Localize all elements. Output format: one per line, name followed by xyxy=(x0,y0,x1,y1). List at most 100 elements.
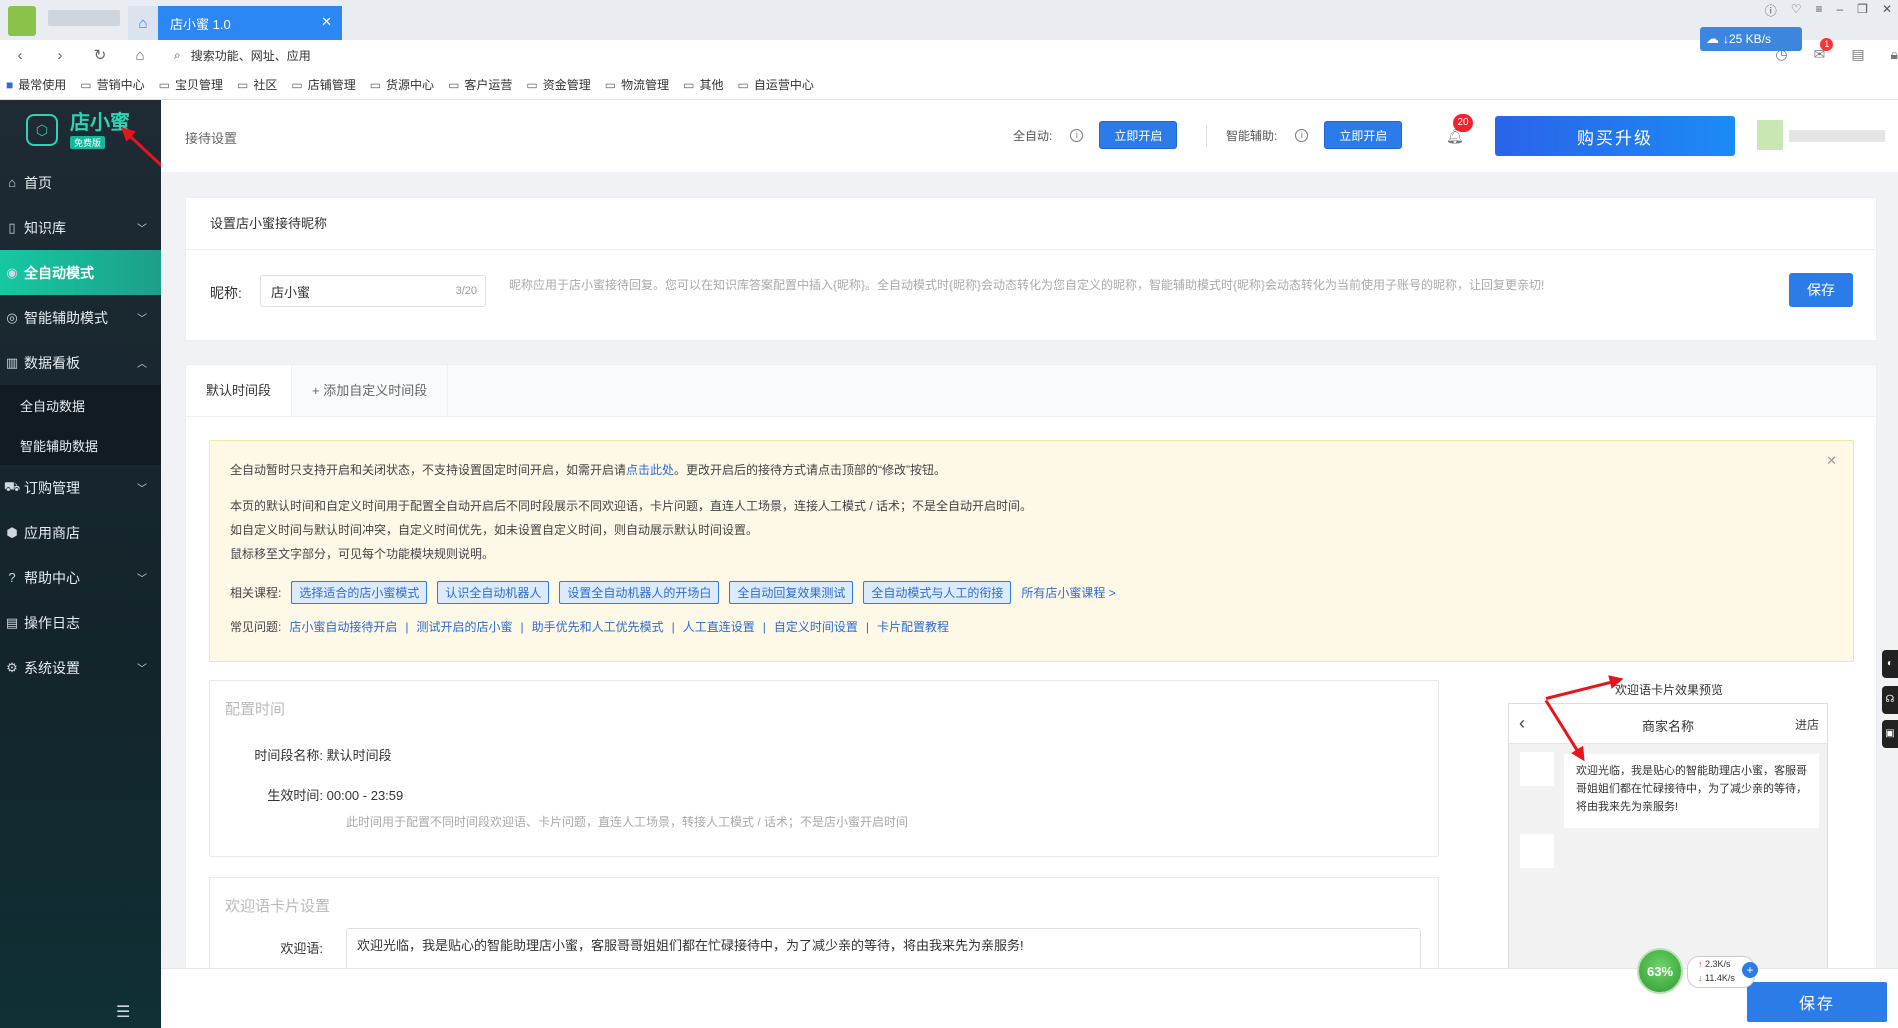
bookmark-item[interactable]: ▭ 物流管理 xyxy=(605,76,669,93)
home-icon[interactable]: ⌂ xyxy=(120,47,160,64)
headset-float-icon[interactable]: ☊ xyxy=(1882,686,1898,714)
sidebar-item-knowledge[interactable]: ▯ 知识库 ﹀ xyxy=(0,205,161,250)
sidebar-item-home[interactable]: ⌂ 首页 xyxy=(0,160,161,205)
help-icon[interactable]: ⓘ xyxy=(1765,2,1777,19)
nickname-value: 店小蜜 xyxy=(271,284,311,300)
course-tag[interactable]: 设置全自动机器人的开场白 xyxy=(559,581,720,604)
avatar[interactable] xyxy=(1757,120,1783,150)
sidebar-item-orders[interactable]: ⛟ 订购管理 ﹀ xyxy=(0,465,161,510)
folder-icon: ▭ xyxy=(80,77,92,92)
close-tab-icon[interactable]: ✕ xyxy=(321,14,332,30)
faq-link[interactable]: 测试开启的店小蜜 xyxy=(416,618,512,635)
bookmark-item[interactable]: ▭ 其他 xyxy=(683,76,723,93)
config-time-section: 配置时间 时间段名称: 默认时间段 生效时间: 00:00 - 23:59 此时… xyxy=(209,680,1439,857)
faq-link[interactable]: 卡片配置教程 xyxy=(877,618,949,635)
page-title: 接待设置 xyxy=(185,131,238,146)
info-icon[interactable]: i xyxy=(1295,128,1309,142)
course-tag[interactable]: 选择适合的店小蜜模式 xyxy=(291,581,428,604)
restore-icon[interactable]: ❐ xyxy=(1857,2,1868,19)
sidebar-subitem-assist-data[interactable]: 智能辅助数据 xyxy=(0,425,161,465)
active-tab[interactable]: 店小蜜 1.0 ✕ xyxy=(158,6,342,40)
notice-line-1: 全自动暂时只支持开启和关闭状态，不支持设置固定时间开启，如需开启请点击此处。更改… xyxy=(230,463,947,477)
folder-icon: ▭ xyxy=(683,77,695,92)
skin-icon[interactable]: ♡ xyxy=(1791,2,1802,19)
preview-bubble: 欢迎光临，我是贴心的智能助理店小蜜，客服哥哥姐姐们都在忙碌接待中，为了减少亲的等… xyxy=(1564,754,1819,828)
close-icon[interactable]: ✕ xyxy=(1826,453,1837,469)
sidebar: ⬡ 店小蜜 免费版 ⌂ 首页 ▯ 知识库 ﹀ ◉ 全自动模式 ◎ 智能辅助模式 ﹀ ▥ 数据看… xyxy=(0,100,161,1028)
bookmark-item[interactable]: ▭ 宝贝管理 xyxy=(159,76,223,93)
user-name-blurred[interactable] xyxy=(1789,130,1885,142)
sidebar-item-logs[interactable]: ▤ 操作日志 xyxy=(0,600,161,645)
plus-icon[interactable]: + xyxy=(1742,962,1758,978)
bookmark-item[interactable]: ▭ 自运营中心 xyxy=(738,76,814,93)
net-speed-widget: ☁ ↓25 KB/s xyxy=(1700,27,1802,51)
buy-upgrade-button[interactable]: 购买升级 xyxy=(1495,116,1735,156)
tab-add-custom-segment[interactable]: + 添加自定义时间段 xyxy=(292,365,449,416)
bookmark-item[interactable]: ▭ 店铺管理 xyxy=(291,76,355,93)
home-tab-icon[interactable]: ⌂ xyxy=(128,6,158,40)
folder-icon: ▭ xyxy=(737,77,749,92)
faq-link[interactable]: 店小蜜自动接待开启 xyxy=(289,618,397,635)
auto-mode-label: 全自动: xyxy=(1013,128,1053,143)
collapse-sidebar-icon[interactable]: ☰ xyxy=(116,1002,130,1022)
close-window-icon[interactable]: ✕ xyxy=(1882,2,1892,19)
sidebar-item-dashboard[interactable]: ▥ 数据看板 ︿ xyxy=(0,340,161,385)
sidebar-item-assist-mode[interactable]: ◎ 智能辅助模式 ﹀ xyxy=(0,295,161,340)
refresh-icon[interactable]: ↻ xyxy=(80,46,120,64)
auto-mode-enable-button[interactable]: 立即开启 xyxy=(1099,121,1178,149)
nickname-input[interactable]: 店小蜜 3/20 xyxy=(260,275,486,307)
mail-icon[interactable]: ✉ 1 xyxy=(1814,38,1834,63)
chevron-down-icon: ﹀ xyxy=(137,224,147,235)
sidebar-item-help[interactable]: ? 帮助中心 ﹀ xyxy=(0,555,161,600)
sidebar-item-app-store[interactable]: ⬢ 应用商店 xyxy=(0,510,161,555)
folder-icon: ▭ xyxy=(369,77,382,92)
brand-logo-icon: ⬡ xyxy=(26,114,58,146)
course-tag[interactable]: 全自动回复效果测试 xyxy=(729,581,854,604)
home-icon: ⌂ xyxy=(8,175,16,190)
browser-tab-bar: ⌂ 店小蜜 1.0 ✕ ⓘ ♡ ≡ – ❐ ✕ xyxy=(0,0,1898,40)
forward-icon[interactable]: › xyxy=(40,47,80,64)
lock-icon[interactable]: 🔒︎ xyxy=(1891,46,1898,63)
sidebar-item-settings[interactable]: ⚙ 系统设置 ﹀ xyxy=(0,645,161,690)
bookmark-item[interactable]: ▭ 客户运营 xyxy=(448,76,512,93)
menu-icon[interactable]: ≡ xyxy=(1815,2,1822,19)
blurred-tab[interactable] xyxy=(48,10,120,26)
related-courses: 相关课程: 选择适合的店小蜜模式 认识全自动机器人 设置全自动机器人的开场白 全… xyxy=(230,581,1116,604)
save-float-icon[interactable]: ▣ xyxy=(1882,720,1898,748)
sidebar-item-auto-mode[interactable]: ◉ 全自动模式 xyxy=(0,250,161,295)
welcome-label-row: 欢迎语: xyxy=(280,941,323,956)
sidebar-subitem-auto-data[interactable]: 全自动数据 xyxy=(0,385,161,425)
all-courses-link[interactable]: 所有店小蜜课程 > xyxy=(1021,584,1115,601)
tab-default-segment[interactable]: 默认时间段 xyxy=(186,365,293,416)
info-icon[interactable]: i xyxy=(1070,128,1084,142)
assist-mode-enable-button[interactable]: 立即开启 xyxy=(1324,121,1403,149)
bookmark-item[interactable]: ■ 最常使用 xyxy=(6,76,66,93)
folder-icon: ▭ xyxy=(526,77,538,92)
folder-icon: ▭ xyxy=(158,77,170,92)
tab-title: 店小蜜 1.0 xyxy=(170,16,231,32)
chat-float-icon[interactable]: ◐ xyxy=(1882,650,1898,678)
bookmark-item[interactable]: ▭ 货源中心 xyxy=(370,76,434,93)
faq-link[interactable]: 助手优先和人工优先模式 xyxy=(532,618,664,635)
nickname-char-count: 3/20 xyxy=(455,285,477,297)
book-icon: ▯ xyxy=(8,219,16,235)
minimize-icon[interactable]: – xyxy=(1836,2,1843,19)
cloud-icon: ☁ xyxy=(1706,31,1719,46)
course-tag[interactable]: 全自动模式与人工的衔接 xyxy=(863,581,1012,604)
bookmark-item[interactable]: ▭ 社区 xyxy=(237,76,277,93)
save-nickname-button[interactable]: 保存 xyxy=(1789,273,1853,307)
box-icon: ⬢ xyxy=(6,524,18,540)
folder-icon: ▭ xyxy=(236,77,249,92)
bookmark-item[interactable]: ▭ 营销中心 xyxy=(80,76,144,93)
click-here-link[interactable]: 点击此处 xyxy=(626,463,674,477)
course-tag[interactable]: 认识全自动机器人 xyxy=(437,581,550,604)
faq-link[interactable]: 自定义时间设置 xyxy=(774,618,858,635)
network-monitor-widget[interactable]: 63% ↑ 2.3K/s ↓ 11.4K/s + xyxy=(1637,948,1767,994)
address-input[interactable]: ⌕ 搜索功能、网址、应用 xyxy=(174,47,311,64)
bookmark-item[interactable]: ▭ 资金管理 xyxy=(526,76,590,93)
faq-link[interactable]: 人工直连设置 xyxy=(683,618,755,635)
brand[interactable]: ⬡ 店小蜜 免费版 xyxy=(0,100,161,160)
card-icon[interactable]: ▤ xyxy=(1851,46,1864,63)
back-icon[interactable]: ‹ xyxy=(0,47,40,64)
save-button[interactable]: 保存 xyxy=(1747,982,1887,1022)
